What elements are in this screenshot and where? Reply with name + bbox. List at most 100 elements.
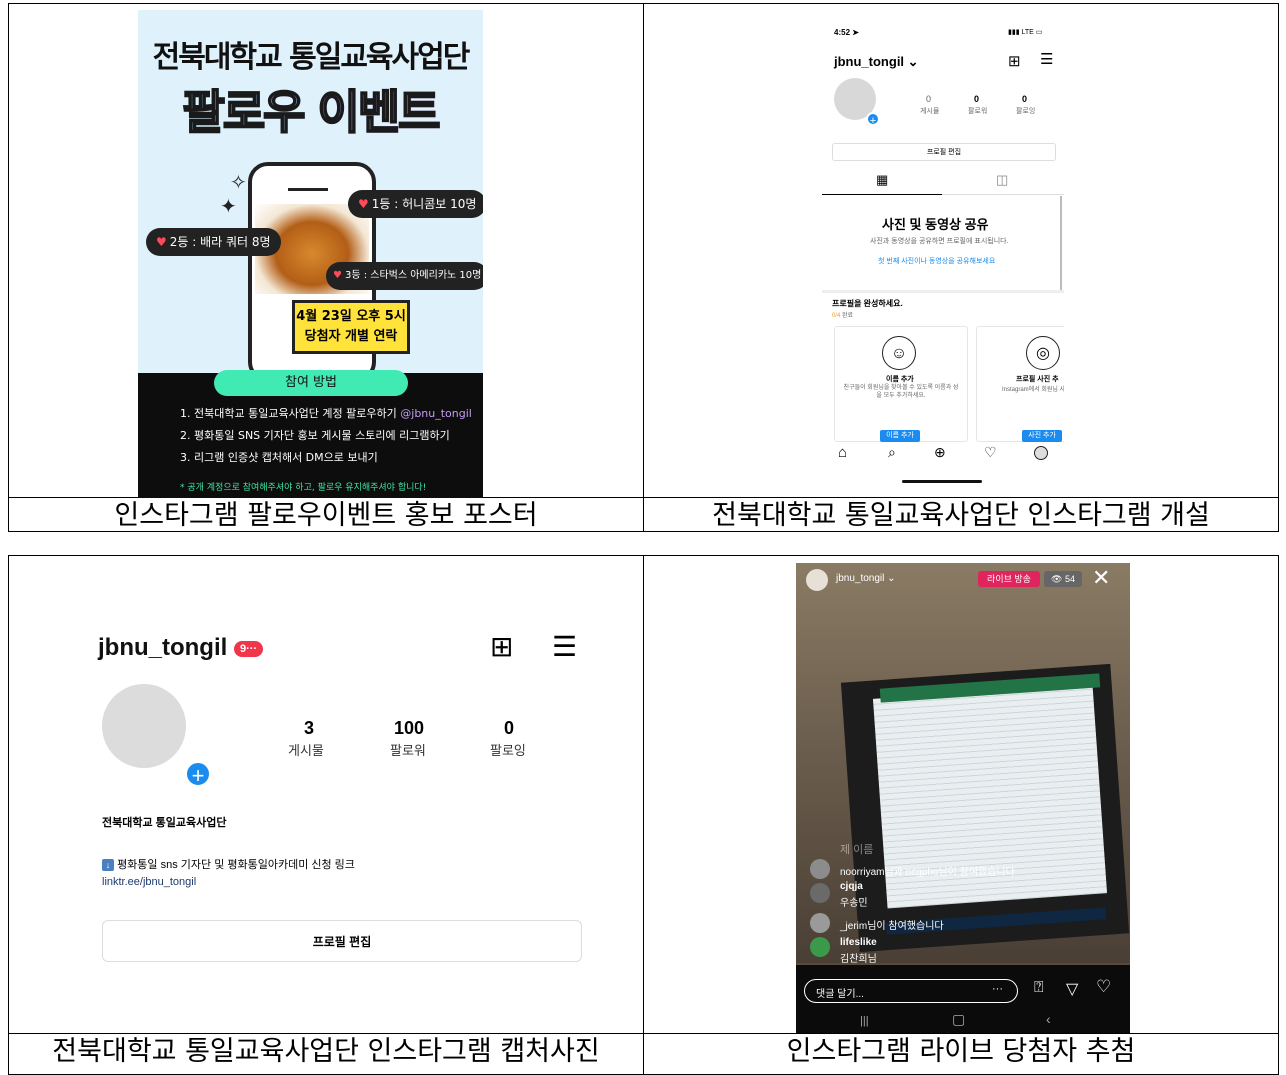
edit-profile-button[interactable]: 프로필 편집 [832, 143, 1056, 161]
heart-icon[interactable]: ♡ [984, 444, 997, 461]
ig-live-screenshot: jbnu_tongil ⌄ 라이브 방송 👁 54 ✕ 제 이름 noorriy… [796, 563, 1130, 1033]
faded-comment: 제 이름 [840, 844, 874, 856]
add-photo-button[interactable]: 사진 추가 [1022, 430, 1062, 442]
prize-1-bubble: ♥ 1등 : 허니콤보 10명 [348, 190, 483, 218]
add-name-button[interactable]: 이름 추가 [880, 430, 920, 442]
more-icon[interactable]: ··· [992, 983, 1003, 995]
recent-apps-icon[interactable]: ||| [860, 1015, 869, 1027]
grid-tab-icon[interactable]: ▦ [876, 172, 888, 188]
tagged-tab-icon[interactable]: ◫ [996, 172, 1008, 188]
viewer-count-text: 54 [1064, 574, 1075, 584]
search-icon[interactable]: ⌕ [888, 444, 896, 461]
share-title: 사진 및 동영상 공유 [882, 217, 989, 232]
bio-link[interactable]: linktr.ee/jbnu_tongil [102, 876, 196, 888]
following-count: 0 [504, 718, 515, 738]
comment-avatar [810, 859, 830, 879]
poster-title: 전북대학교 통일교육사업단 [152, 40, 471, 75]
down-arrow-icon: ↓ [102, 859, 114, 871]
status-time: 4:52 ➤ [834, 28, 859, 37]
step-1: 1. 전북대학교 통일교육사업단 계정 팔로우하기 @jbnu_tongil [180, 407, 480, 421]
followers-label: 팔로워 [390, 743, 426, 758]
heart-icon: ♥ [156, 235, 167, 249]
section-divider [822, 290, 1064, 293]
comment-placeholder: 댓글 달기... [816, 989, 864, 1000]
live-badge: 라이브 방송 [978, 571, 1040, 587]
profile-username-text: jbnu_tongil [98, 634, 228, 661]
following-count: 0 [1022, 94, 1028, 104]
followers-label: 팔로워 [968, 108, 988, 115]
announcement-date: 4월 23일 오후 5시 [296, 309, 406, 324]
progress-value: 0/4 [832, 313, 841, 319]
ig-new-username-text: jbnu_tongil [834, 54, 905, 69]
signal-text: LTE [1021, 29, 1034, 36]
following-label: 팔로잉 [490, 743, 526, 758]
menu-icon[interactable]: ☰ [1040, 50, 1053, 68]
poster-headline: 팔로우 이벤트 [168, 82, 453, 142]
profile-avatar[interactable] [102, 684, 186, 768]
prize-3-bubble: ♥ 3등 : 스타벅스 아메리카노 10명 [326, 262, 483, 290]
add-avatar-icon[interactable]: + [866, 112, 880, 127]
home-indicator [902, 480, 982, 483]
posts-count: 3 [304, 718, 315, 738]
back-icon[interactable]: ‹ [1046, 1011, 1051, 1027]
share-link[interactable]: 첫 번째 사진이나 동영상을 공유해보세요 [878, 256, 995, 266]
menu-icon[interactable]: ☰ [552, 630, 577, 663]
panel-edge [1060, 196, 1062, 292]
home-icon[interactable]: ⌂ [838, 444, 847, 461]
notification-badge: 9··· [233, 640, 264, 657]
add-avatar-icon[interactable]: + [184, 760, 212, 788]
new-post-icon[interactable]: ⊞ [1008, 52, 1021, 70]
card2-description: Instagram에서 회원님 사진을 선택하세 [1002, 387, 1064, 393]
question-icon[interactable]: ⍰ [1034, 979, 1044, 997]
send-icon[interactable]: ▽ [1066, 979, 1078, 999]
event-poster: 전북대학교 통일교육사업단 팔로우 이벤트 ✧ ✦ ♥ 1등 : 허니콤보 10명… [138, 10, 483, 498]
user-icon: ☺ [882, 336, 916, 370]
announcement-contact: 당첨자 개별 연락 [304, 329, 398, 344]
profile-tab-avatar[interactable] [1034, 446, 1048, 460]
followers-count: 0 [974, 94, 980, 104]
home-button-icon[interactable]: ▢ [952, 1011, 965, 1028]
sparkle-icon: ✦ [220, 194, 237, 218]
join-message: noorriyam님과 ncgpho님이 참여했습니다 [840, 867, 1015, 878]
phone-speaker [288, 188, 328, 191]
join-message: _jerim님이 참여했습니다 [840, 921, 944, 932]
tab-divider [942, 194, 1064, 195]
caption-divider-bottom [8, 1033, 1279, 1034]
tab-underline [822, 194, 942, 195]
host-avatar [806, 569, 828, 591]
comment-avatar [810, 913, 830, 933]
progress-done: 완료 [842, 313, 854, 319]
following-label: 팔로잉 [1016, 108, 1036, 115]
profile-username[interactable]: jbnu_tongil 9··· [98, 634, 264, 662]
live-username[interactable]: jbnu_tongil ⌄ [836, 573, 896, 584]
ig-new-screenshot: 4:52 ➤ ▮▮▮ LTE ▭ jbnu_tongil ⌄ ⊞ ☰ + 0 게… [822, 14, 1064, 492]
live-username-text: jbnu_tongil [836, 573, 885, 584]
status-time-text: 4:52 [834, 28, 851, 37]
comment-avatar [810, 937, 830, 957]
prize-2-bubble: ♥ 2등 : 배라 쿼터 8명 [146, 228, 281, 256]
prize-1-label: 1등 : 허니콤보 10명 [371, 197, 477, 211]
comment-avatar [810, 883, 830, 903]
bio-line-text: 평화통일 sns 기자단 및 평화통일아카데미 신청 링크 [117, 859, 355, 871]
announcement-tag: 4월 23일 오후 5시 당첨자 개별 연락 [292, 300, 410, 354]
step-1-text: 1. 전북대학교 통일교육사업단 계정 팔로우하기 [180, 407, 397, 420]
comment-user: lifeslike [840, 937, 877, 948]
posts-label: 게시물 [288, 743, 324, 758]
edit-profile-button[interactable]: 프로필 편집 [102, 920, 582, 962]
followers-count: 100 [394, 718, 425, 738]
caption-poster: 인스타그램 팔로우이벤트 홍보 포스터 [114, 500, 538, 531]
card1-title: 이름 추가 [886, 376, 914, 383]
posts-count: 0 [926, 94, 932, 104]
viewer-count: 👁 54 [1044, 571, 1082, 587]
complete-progress: 0/4 완료 [832, 310, 853, 319]
step-2: 2. 평화통일 SNS 기자단 홍보 게시물 스토리에 리그램하기 [180, 429, 450, 442]
heart-icon: ♥ [333, 270, 342, 281]
heart-icon[interactable]: ♡ [1096, 977, 1111, 997]
close-icon[interactable]: ✕ [1092, 565, 1110, 591]
new-post-tab-icon[interactable]: ⊕ [934, 444, 946, 461]
bio-name: 전북대학교 통일교육사업단 [102, 817, 227, 829]
bio-line: ↓ 평화통일 sns 기자단 및 평화통일아카데미 신청 링크 [102, 856, 355, 872]
caption-ig-new: 전북대학교 통일교육사업단 인스타그램 개설 [712, 500, 1210, 531]
ig-new-username[interactable]: jbnu_tongil ⌄ [834, 54, 919, 70]
new-post-icon[interactable]: ⊞ [490, 630, 513, 663]
